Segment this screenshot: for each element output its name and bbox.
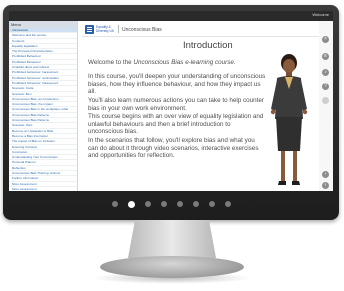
intro-paragraph-1: Welcome to the Unconscious Bias e-learni…: [88, 59, 236, 66]
monitor-frame: Welcome Menu Introduction Welcome and the…: [3, 5, 339, 220]
menu-icon: ≡: [324, 53, 327, 59]
help-icon: ?: [324, 83, 327, 89]
carousel-dot[interactable]: [224, 201, 231, 207]
close-button[interactable]: ×: [322, 36, 329, 43]
sidebar-header: Menu: [9, 21, 77, 28]
page-title: Introduction: [183, 40, 233, 51]
carousel-dot[interactable]: [192, 201, 199, 207]
carousel-dot[interactable]: [144, 201, 151, 207]
monitor-chin: [3, 191, 339, 220]
logo-text: Equality & Diversity UK: [96, 25, 115, 33]
carousel-dot[interactable]: [127, 200, 135, 208]
right-nav: × ≡ ♪ ? › ‹: [319, 21, 333, 191]
course-logo: Equality & Diversity UK: [85, 25, 114, 34]
next-button[interactable]: ›: [322, 171, 329, 178]
carousel-dot[interactable]: [176, 201, 183, 207]
menu-button[interactable]: ≡: [322, 53, 329, 60]
intro-paragraph-3: You'll also learn numerous actions you c…: [88, 97, 264, 112]
transcript-icon: [322, 97, 329, 104]
next-icon: ›: [324, 171, 327, 177]
close-icon: ×: [324, 36, 327, 42]
logo-icon: [85, 25, 94, 34]
monitor-stand-neck: [128, 220, 216, 258]
sidebar-menu: Menu Introduction Welcome and the course C…: [9, 21, 78, 191]
screen: Welcome Menu Introduction Welcome and the…: [9, 11, 333, 191]
audio-button[interactable]: ♪: [322, 69, 329, 76]
monitor-stand-base: [100, 256, 244, 278]
prev-button[interactable]: ‹: [322, 182, 329, 189]
header-divider: [118, 25, 119, 33]
course-title: Unconscious Bias: [122, 26, 162, 33]
carousel-dot[interactable]: [208, 201, 215, 207]
carousel-dots: [3, 200, 339, 208]
carousel-dot[interactable]: [160, 201, 167, 207]
intro-paragraph-2: In this course, you'll deepen your under…: [88, 73, 266, 96]
top-bar: Welcome: [9, 11, 333, 21]
prev-icon: ‹: [324, 182, 327, 188]
help-button[interactable]: ?: [322, 83, 329, 90]
sidebar-items: Introduction Welcome and the course Conten…: [9, 28, 77, 191]
presenter-illustration: [270, 54, 308, 185]
course-header: Equality & Diversity UK Unconscious Bias: [82, 23, 327, 37]
intro-paragraph-4: This course begins with an over view of …: [88, 113, 264, 136]
audio-icon: ♪: [324, 69, 327, 75]
transcript-button[interactable]: [322, 97, 329, 104]
main-content: Equality & Diversity UK Unconscious Bias…: [78, 21, 333, 191]
topbar-label: Welcome: [312, 12, 329, 17]
carousel-dot[interactable]: [111, 201, 118, 207]
intro-paragraph-5: In the scenarios that follow, you'll exp…: [88, 137, 259, 160]
